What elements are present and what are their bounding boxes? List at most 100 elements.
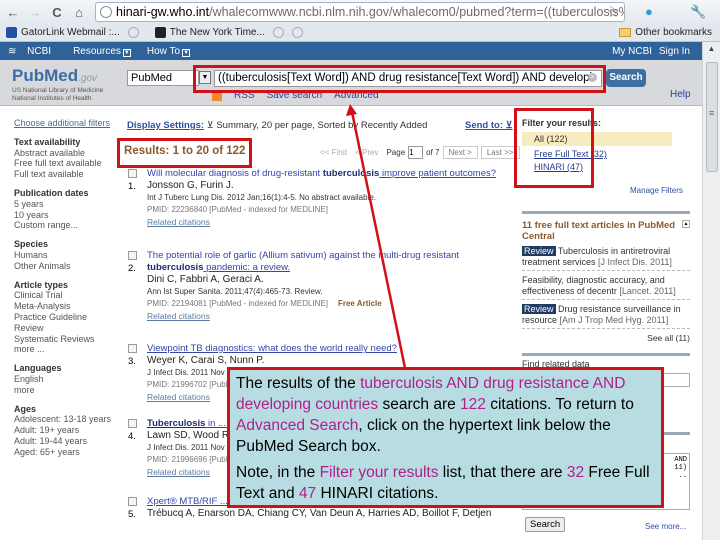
how-to-menu[interactable]: How To ▼	[139, 46, 191, 57]
filter-item[interactable]: Practice Guideline	[14, 312, 119, 323]
result-checkbox[interactable]	[128, 344, 137, 353]
collapse-icon[interactable]: ▲	[682, 220, 690, 228]
chevron-down-icon: ▼	[122, 48, 131, 57]
filter-item[interactable]: Adult: 19+ years	[14, 425, 119, 436]
filter-item[interactable]: 10 years	[14, 210, 119, 221]
forward-icon[interactable]: →	[26, 5, 44, 20]
rss-link[interactable]: RSS	[234, 90, 255, 101]
filter-item[interactable]: Free full text available	[14, 158, 119, 169]
prev-page-link[interactable]: < Prev	[355, 148, 378, 157]
filter-item[interactable]: English	[14, 374, 119, 385]
first-page-link[interactable]: << First	[320, 148, 347, 157]
next-page-button[interactable]: Next >	[442, 146, 478, 159]
sign-in-link[interactable]: Sign In	[659, 46, 690, 57]
rss-icon	[212, 90, 222, 101]
filter-group-species: Species Humans Other Animals	[14, 239, 119, 271]
blank-favicon-icon[interactable]	[272, 27, 284, 38]
related-citations-link[interactable]: Related citations	[147, 216, 508, 228]
result-title-link[interactable]: The potential role of garlic (Allium sat…	[147, 250, 508, 274]
result-authors: Dini C, Fabbri A, Geraci A.	[147, 274, 264, 285]
filter-item[interactable]: 5 years	[14, 199, 119, 210]
manage-filters-link[interactable]: Manage Filters	[630, 186, 683, 195]
choose-filters-link[interactable]: Choose additional filters	[14, 118, 119, 129]
chevron-down-icon: ▼	[182, 48, 191, 57]
filter-item[interactable]: Aged: 65+ years	[14, 447, 119, 458]
help-link[interactable]: Help	[670, 89, 691, 100]
other-bookmarks[interactable]: Other bookmarks	[619, 27, 712, 38]
dropdown-arrow-icon[interactable]: ▼	[199, 71, 211, 84]
filter-item[interactable]: Review	[14, 323, 119, 334]
nlm-subtitle: US National Library of Medicine National…	[12, 87, 104, 102]
display-settings-link[interactable]: Display Settings:	[127, 120, 204, 131]
filter-item[interactable]: Clinical Trial	[14, 290, 119, 301]
result-journal: Ann Ist Super Sanita. 2011;47(4):465-73.…	[147, 287, 323, 296]
advanced-search-link[interactable]: Advanced	[334, 90, 378, 101]
filter-all[interactable]: All (122)	[522, 132, 672, 146]
filter-item[interactable]: Systematic Reviews	[14, 334, 119, 345]
result-checkbox[interactable]	[128, 251, 137, 260]
ncbi-top-bar: ≋ NCBI Resources ▼ How To ▼ My NCBI Sign I…	[0, 42, 702, 60]
result-checkbox[interactable]	[128, 169, 137, 178]
home-icon[interactable]: ⌂	[70, 5, 88, 20]
filter-item[interactable]: Adult: 19-44 years	[14, 436, 119, 447]
filter-item[interactable]: Full text available	[14, 169, 119, 180]
pmc-article-link[interactable]: Feasibility, diagnostic accuracy, and ef…	[522, 275, 690, 300]
filter-item[interactable]: more	[14, 385, 119, 396]
resources-menu[interactable]: Resources ▼	[65, 46, 131, 57]
related-citations-link[interactable]: Related citations	[147, 310, 508, 322]
filter-hinari[interactable]: HINARI (47)	[534, 162, 672, 172]
result-checkbox[interactable]	[128, 419, 137, 428]
filter-item[interactable]: Humans	[14, 250, 119, 261]
filter-free-full-text[interactable]: Free Full Text (32)	[534, 149, 672, 159]
filter-item[interactable]: Adolescent: 13-18 years	[14, 414, 119, 425]
my-ncbi-link[interactable]: My NCBI	[612, 46, 652, 57]
result-item: 2. The potential role of garlic (Allium …	[128, 250, 508, 322]
wrench-icon[interactable]: 🔧	[690, 4, 706, 20]
chevron-down-icon[interactable]: ⊻	[207, 120, 214, 131]
free-article-link[interactable]: Free Article	[338, 299, 382, 308]
reload-icon[interactable]: C	[48, 5, 66, 20]
details-search-button[interactable]: Search	[525, 517, 566, 532]
extension-icon[interactable]: ●	[645, 4, 653, 19]
blank-favicon-icon[interactable]	[127, 27, 139, 38]
search-sublinks: RSS Save search Advanced	[212, 90, 391, 101]
send-to-link[interactable]: Send to: ⊻	[465, 120, 513, 131]
ncbi-logo[interactable]: ≋ NCBI	[8, 46, 51, 57]
result-journal: Int J Tuberc Lung Dis. 2012 Jan;16(1):4-…	[147, 193, 377, 202]
back-icon[interactable]: ←	[4, 5, 22, 20]
scroll-up-icon[interactable]: ▲	[703, 42, 720, 56]
result-title-link[interactable]: Will molecular diagnosis of drug-resista…	[147, 168, 508, 180]
filter-item[interactable]: Custom range...	[14, 220, 119, 231]
see-all-link[interactable]: See all (11)	[522, 333, 690, 344]
search-input[interactable]: ((tuberculosis[Text Word]) AND drug resi…	[214, 70, 602, 87]
pmc-article-link[interactable]: Review Tuberculosis in antiretroviral tr…	[522, 246, 690, 271]
clear-search-icon[interactable]: ×	[588, 73, 597, 82]
address-bar[interactable]: hinari-gw.who.int/whalecomwww.ncbi.nlm.n…	[95, 2, 625, 22]
filter-item[interactable]: Meta-Analysis	[14, 301, 119, 312]
filter-item[interactable]: Abstract available	[14, 148, 119, 159]
pmc-article-link[interactable]: Review Drug resistance surveillance in r…	[522, 304, 690, 329]
filter-item[interactable]: Other Animals	[14, 261, 119, 272]
filter-group-article-types: Article types Clinical Trial Meta-Analys…	[14, 280, 119, 356]
last-page-button[interactable]: Last >>	[480, 146, 520, 159]
database-select[interactable]: PubMed	[127, 70, 199, 86]
page-input[interactable]	[408, 146, 424, 159]
globe-icon	[100, 6, 112, 18]
result-checkbox[interactable]	[128, 497, 137, 506]
gatorlink-favicon-icon	[6, 27, 17, 38]
bookmark-nytimes[interactable]: The New York Time...	[154, 27, 303, 38]
save-search-link[interactable]: Save search	[267, 90, 323, 101]
display-settings: Display Settings: ⊻ Summary, 20 per page…	[127, 120, 427, 131]
bookmark-gatorlink[interactable]: GatorLink Webmail :...	[6, 27, 139, 38]
filter-item[interactable]: more ...	[14, 344, 119, 355]
blank-favicon-icon[interactable]	[291, 27, 303, 38]
result-title-link[interactable]: Viewpoint TB diagnostics: what does the …	[147, 343, 508, 355]
bookmark-star-icon[interactable]: ☆	[607, 4, 620, 21]
search-button[interactable]: Search	[606, 69, 646, 87]
scroll-thumb[interactable]	[706, 62, 718, 172]
pager: << First < Prev Page of 7 Next > Last >>	[320, 146, 520, 159]
filter-heading: Filter your results:	[522, 118, 602, 128]
pubmed-logo[interactable]: PubMed.gov	[12, 66, 97, 86]
vertical-scrollbar[interactable]: ▲	[702, 42, 720, 540]
see-more-link[interactable]: See more...	[645, 522, 686, 531]
